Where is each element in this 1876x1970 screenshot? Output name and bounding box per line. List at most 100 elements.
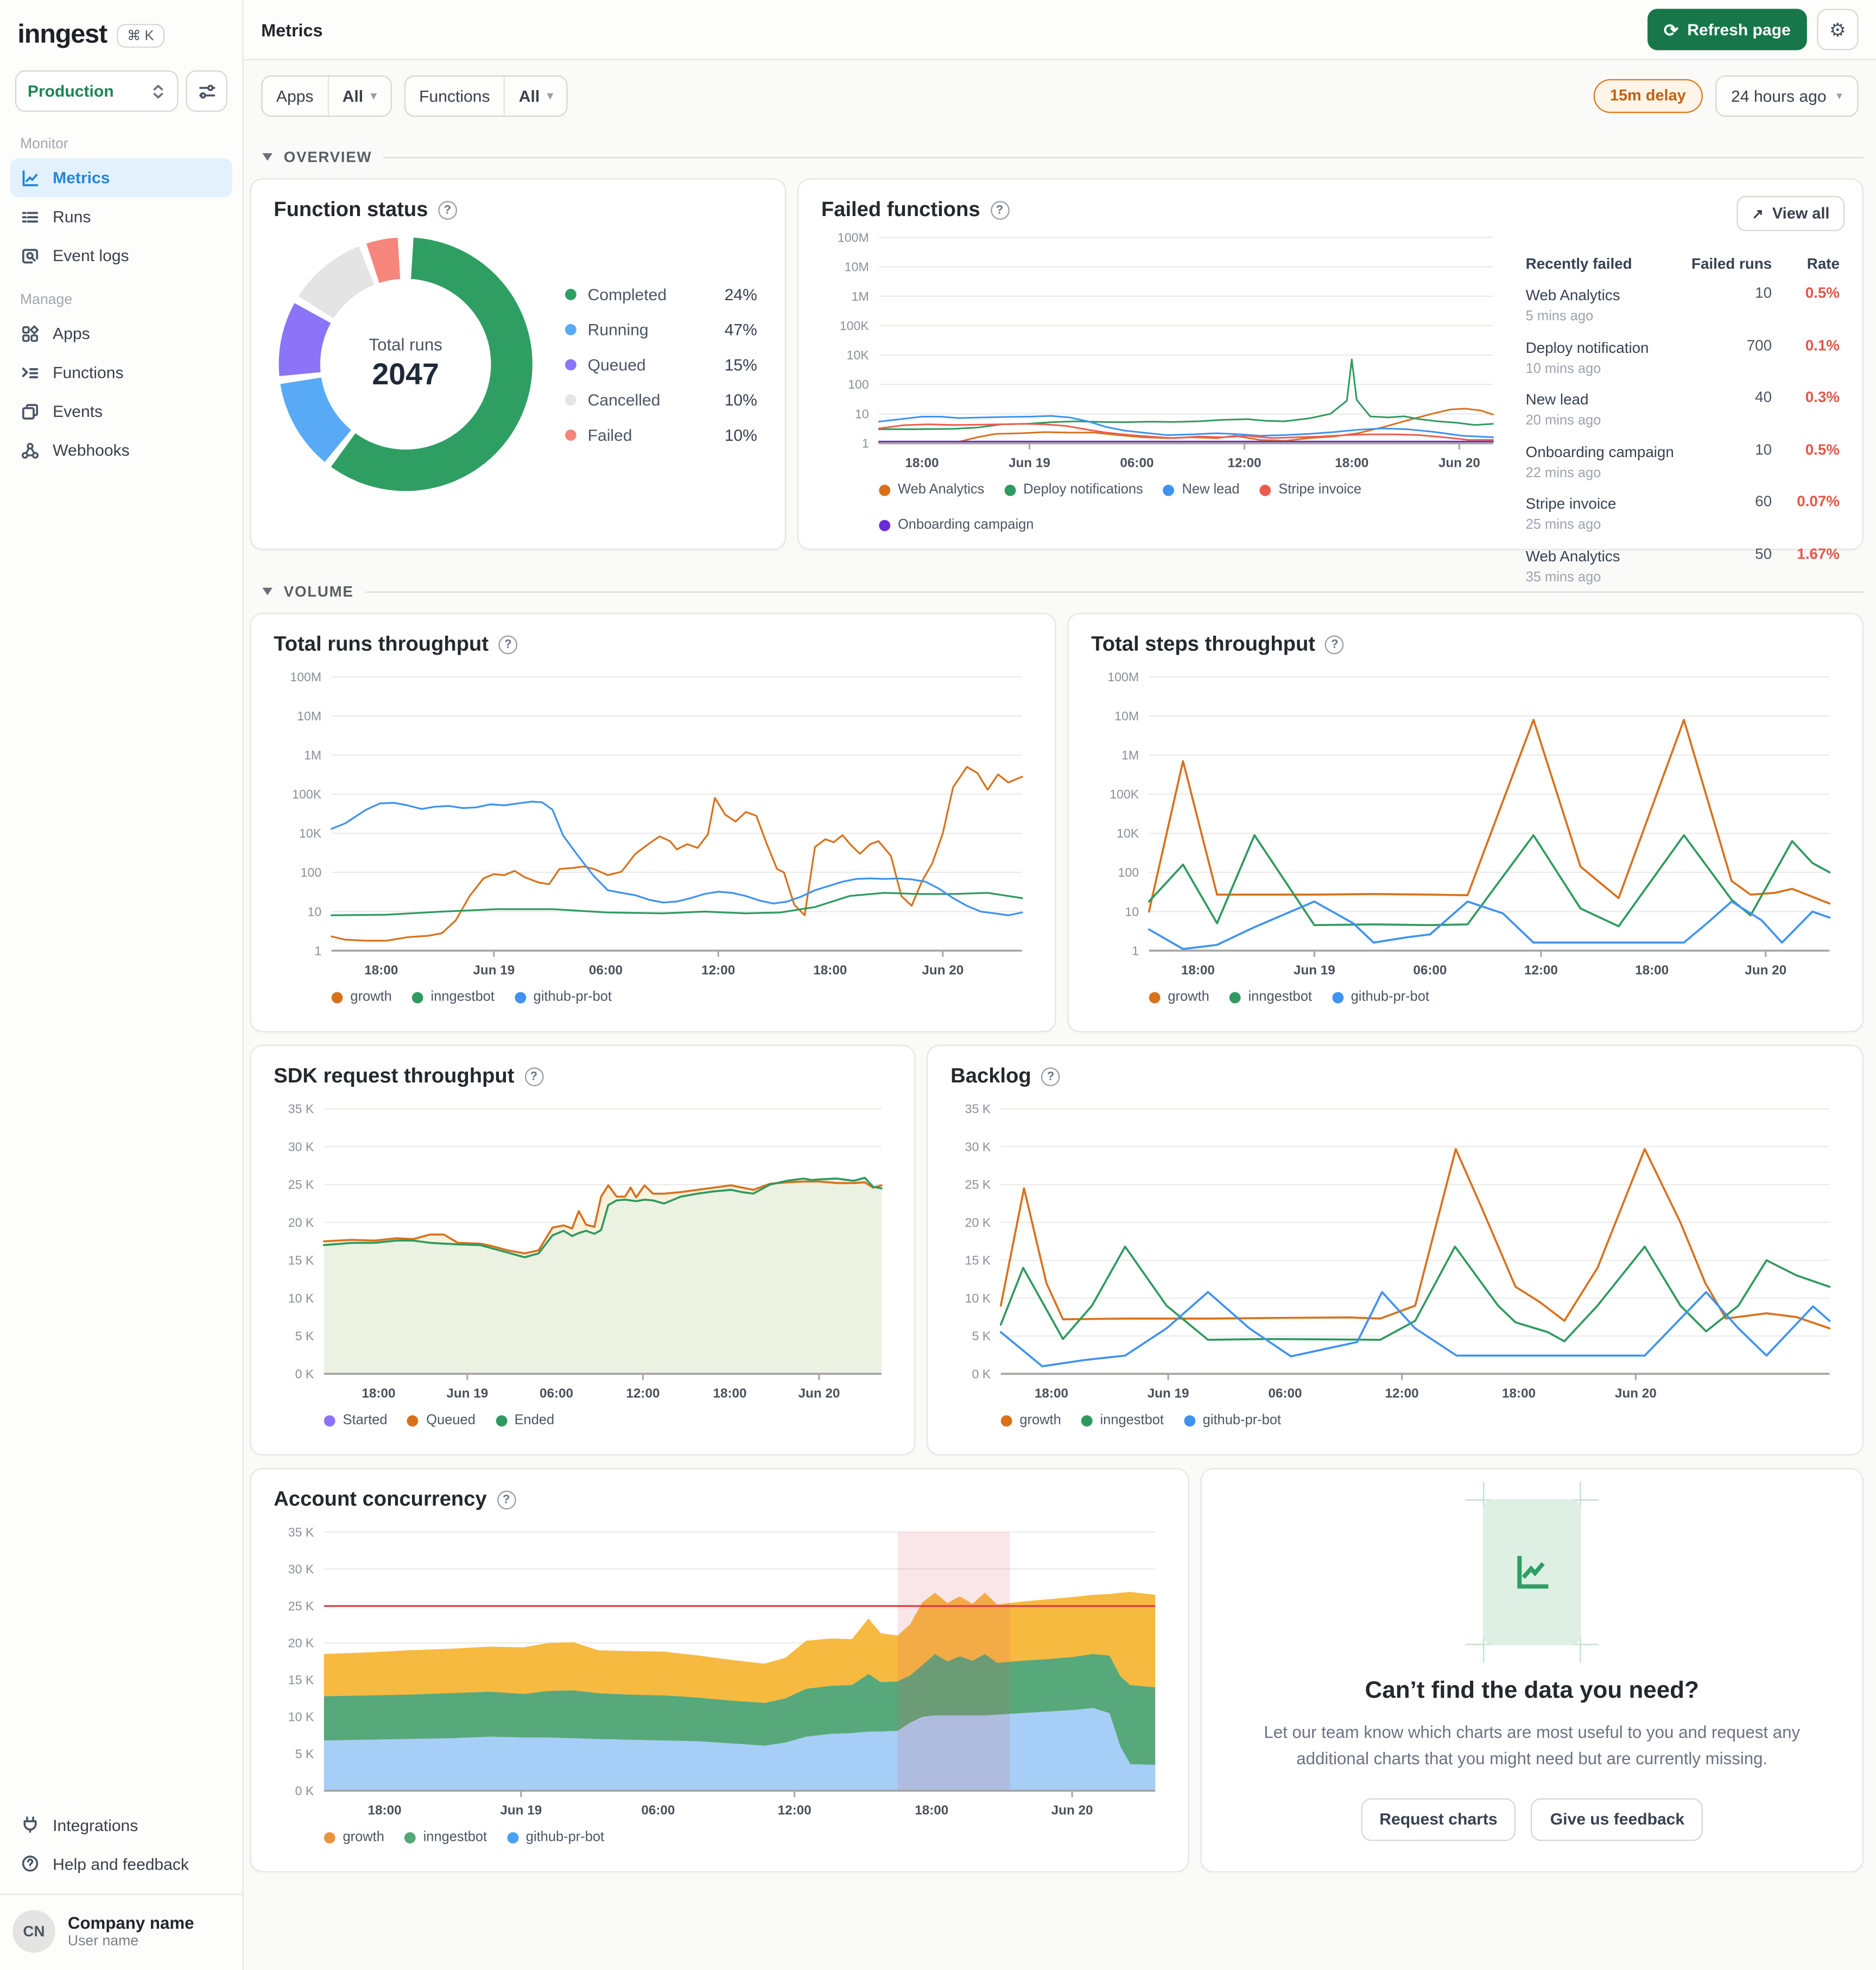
svg-text:18:00: 18:00	[362, 1386, 395, 1401]
sidebar-item-functions[interactable]: Functions	[10, 353, 232, 392]
svg-text:1M: 1M	[304, 748, 321, 762]
svg-text:12:00: 12:00	[1385, 1386, 1419, 1401]
time-range-selector[interactable]: 24 hours ago ▾	[1714, 74, 1859, 116]
legend-dot	[1149, 991, 1161, 1003]
help-icon[interactable]: ?	[524, 1067, 543, 1087]
legend-dot	[1229, 991, 1241, 1003]
refresh-icon: ⟳	[1663, 19, 1679, 40]
table-row[interactable]: Web Analytics 35 mins ago 50 1.67%	[1526, 544, 1840, 585]
sidebar-item-label: Functions	[53, 363, 124, 382]
help-circle-icon	[20, 1854, 40, 1874]
total-runs-chart: 100M 10M 1M 100K 10K 100 10 1 18:00 Jun 19 06:00 12…	[274, 667, 1032, 980]
function-status-donut: Total runs 2047	[278, 237, 533, 491]
svg-text:5 K: 5 K	[295, 1329, 314, 1343]
svg-text:35 K: 35 K	[965, 1102, 991, 1116]
svg-text:25 K: 25 K	[288, 1599, 314, 1613]
refresh-page-button[interactable]: ⟳ Refresh page	[1647, 9, 1807, 50]
svg-text:25 K: 25 K	[965, 1177, 991, 1192]
legend-dot	[879, 519, 891, 531]
apps-grid-icon	[20, 324, 40, 344]
legend-item: Cancelled 10%	[565, 390, 757, 409]
svg-text:Jun 19: Jun 19	[500, 1803, 542, 1818]
svg-text:10: 10	[307, 904, 321, 919]
chart-line-icon	[20, 168, 40, 188]
sidebar-item-label: Event logs	[53, 246, 129, 265]
sidebar-item-integrations[interactable]: Integrations	[10, 1806, 232, 1845]
svg-text:Jun 19: Jun 19	[1148, 1386, 1189, 1401]
svg-text:30 K: 30 K	[288, 1562, 314, 1576]
functions-filter[interactable]: Functions All ▾	[404, 74, 568, 116]
legend-item: Running 47%	[565, 320, 757, 338]
legend-dot	[507, 1831, 518, 1843]
time-range-value: 24 hours ago	[1731, 86, 1827, 105]
sidebar-item-runs[interactable]: Runs	[10, 197, 232, 236]
help-icon[interactable]: ?	[438, 201, 457, 220]
sidebar-item-help[interactable]: Help and feedback	[10, 1844, 232, 1883]
sidebar-item-label: Events	[53, 402, 103, 421]
legend-dot	[1183, 1414, 1195, 1426]
sidebar-item-events[interactable]: Events	[10, 392, 232, 431]
page-header: Metrics ⟳ Refresh page ⚙	[243, 0, 1876, 61]
legend-dot	[331, 991, 343, 1003]
legend-dot	[495, 1414, 507, 1426]
svg-text:18:00: 18:00	[1035, 1386, 1068, 1401]
svg-text:Jun 20: Jun 20	[1615, 1386, 1657, 1401]
svg-text:18:00: 18:00	[713, 1386, 746, 1401]
svg-text:Jun 19: Jun 19	[1009, 456, 1050, 471]
table-row[interactable]: Stripe invoice 25 mins ago 60 0.07%	[1526, 492, 1840, 533]
svg-text:5 K: 5 K	[295, 1747, 314, 1761]
svg-text:Jun 19: Jun 19	[473, 963, 515, 978]
card-title: Backlog	[950, 1065, 1031, 1088]
svg-text:12:00: 12:00	[778, 1803, 812, 1818]
account-menu[interactable]: CN Company name User name	[0, 1895, 242, 1970]
section-overview[interactable]: OVERVIEW	[262, 148, 1864, 166]
svg-text:Jun 20: Jun 20	[1438, 456, 1480, 471]
settings-button[interactable]: ⚙	[1817, 9, 1859, 50]
svg-text:18:00: 18:00	[1635, 963, 1669, 978]
legend-dot	[565, 288, 576, 300]
svg-text:10M: 10M	[1114, 709, 1139, 723]
functions-filter-label: Functions	[419, 86, 490, 105]
give-feedback-button[interactable]: Give us feedback	[1531, 1798, 1703, 1841]
apps-filter[interactable]: Apps All ▾	[261, 74, 392, 116]
help-icon[interactable]: ?	[990, 201, 1009, 220]
sidebar-item-metrics[interactable]: Metrics	[10, 158, 232, 198]
donut-center-value: 2047	[372, 358, 439, 392]
chart-legend: growth inngestbot github-pr-bot	[324, 1829, 1165, 1845]
windows-stack-icon	[20, 401, 40, 421]
help-icon[interactable]: ?	[1325, 635, 1345, 655]
sidebar-item-apps[interactable]: Apps	[10, 314, 232, 353]
total-steps-chart: 100M 10M 1M 100K 10K 100 10 1 18:00 Jun 19 06:00 12…	[1091, 667, 1840, 980]
help-icon[interactable]: ?	[498, 635, 518, 655]
table-row[interactable]: Deploy notification 10 mins ago 700 0.1%	[1526, 336, 1840, 376]
sidebar: inngest ⌘ K Production Monitor Metrics R…	[0, 0, 244, 1970]
svg-text:1M: 1M	[1121, 748, 1139, 762]
sidebar-item-webhooks[interactable]: Webhooks	[10, 430, 232, 470]
svg-text:06:00: 06:00	[589, 963, 623, 978]
command-k-shortcut: ⌘ K	[117, 23, 164, 47]
environment-filter-button[interactable]	[186, 70, 227, 112]
search-document-icon	[20, 245, 40, 265]
view-all-button[interactable]: ↗ View all	[1736, 195, 1845, 231]
function-list-icon	[20, 362, 40, 382]
svg-text:12:00: 12:00	[626, 1386, 660, 1401]
card-title: Function status	[274, 198, 428, 221]
apps-filter-value: All	[342, 86, 364, 105]
donut-center-label: Total runs	[369, 335, 442, 354]
svg-text:10K: 10K	[299, 826, 322, 840]
svg-text:12:00: 12:00	[1227, 456, 1261, 471]
table-row[interactable]: Web Analytics 5 mins ago 10 0.5%	[1526, 284, 1840, 324]
help-icon[interactable]: ?	[497, 1490, 516, 1510]
svg-text:Jun 20: Jun 20	[1051, 1803, 1093, 1818]
legend-dot	[1081, 1414, 1093, 1426]
help-icon[interactable]: ?	[1041, 1067, 1060, 1087]
sidebar-item-event-logs[interactable]: Event logs	[10, 236, 232, 275]
legend-dot	[1004, 484, 1016, 496]
legend-dot	[565, 323, 576, 335]
environment-selector[interactable]: Production	[15, 70, 179, 112]
svg-text:10 K: 10 K	[965, 1291, 991, 1305]
table-row[interactable]: New lead 20 mins ago 40 0.3%	[1526, 388, 1840, 428]
request-charts-button[interactable]: Request charts	[1360, 1798, 1517, 1841]
svg-text:100M: 100M	[838, 230, 869, 244]
table-row[interactable]: Onboarding campaign 22 mins ago 10 0.5%	[1526, 440, 1840, 480]
